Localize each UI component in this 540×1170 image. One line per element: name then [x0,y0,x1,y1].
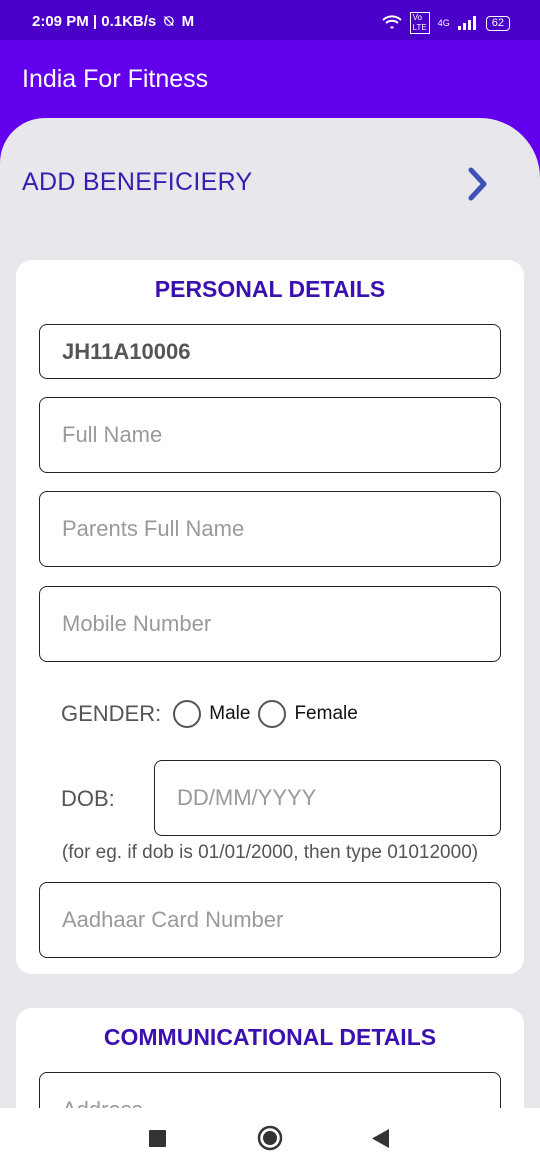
app-bar: India For Fitness [0,40,540,120]
status-time: 2:09 PM | 0.1KB/s [32,13,157,30]
mobile-number-input[interactable] [40,587,500,661]
personal-details-title: PERSONAL DETAILS [154,276,386,302]
back-triangle-icon[interactable] [372,1129,390,1148]
parents-name-input[interactable] [40,492,500,566]
personal-details-card: PERSONAL DETAILS GENDER: Male Female DOB… [16,260,524,974]
mobile-number-field[interactable] [39,586,501,662]
home-circle-icon[interactable] [257,1125,283,1151]
parents-name-field[interactable] [39,491,501,567]
gender-row: GENDER: Male Female [61,698,366,730]
main-content: ADD BENEFICIERY PERSONAL DETAILS GENDER:… [0,118,540,1108]
status-icons: Vo LTE 4G 62 [381,12,510,34]
recents-square-icon[interactable] [149,1130,166,1147]
aadhaar-input[interactable] [40,883,500,957]
navigation-bar [0,1108,540,1170]
beneficiary-id-field[interactable] [39,324,501,379]
address-field[interactable] [39,1072,501,1108]
gender-radio-male[interactable]: Male [173,700,250,728]
full-name-input[interactable] [40,398,500,472]
volte-icon: Vo LTE [409,12,430,34]
communication-details-title: COMMUNICATIONAL DETAILS [103,1024,437,1050]
radio-unchecked-icon[interactable] [258,700,287,728]
chevron-right-icon[interactable] [462,166,492,202]
network-type: 4G [437,18,450,28]
communication-details-card: COMMUNICATIONAL DETAILS [16,1008,524,1108]
add-beneficiary-label: ADD BENEFICIERY [22,168,253,196]
beneficiary-id-input[interactable] [40,325,500,378]
dob-input[interactable] [155,761,500,835]
alarm-off-icon: ⍉ [164,13,174,30]
gender-option-female: Female [294,703,358,724]
dob-field[interactable] [154,760,501,836]
battery-icon: 62 [485,15,510,31]
status-bar: 2:09 PM | 0.1KB/s ⍉ M Vo LTE 4G 62 [0,0,540,40]
add-beneficiary-row[interactable]: ADD BENEFICIERY [22,166,502,202]
wifi-icon [381,15,402,29]
address-input[interactable] [40,1073,500,1108]
gender-label: GENDER: [61,701,162,726]
mail-icon: M [181,13,195,30]
aadhaar-field[interactable] [39,882,501,958]
gender-radio-female[interactable]: Female [258,700,358,728]
signal-icon [457,16,476,30]
dob-label: DOB: [61,786,115,811]
gender-option-male: Male [209,703,251,724]
full-name-field[interactable] [39,397,501,473]
app-title: India For Fitness [22,65,209,93]
status-time-speed: 2:09 PM | 0.1KB/s ⍉ M [32,13,194,30]
dob-hint: (for eg. if dob is 01/01/2000, then type… [61,842,479,863]
radio-unchecked-icon[interactable] [173,700,202,728]
